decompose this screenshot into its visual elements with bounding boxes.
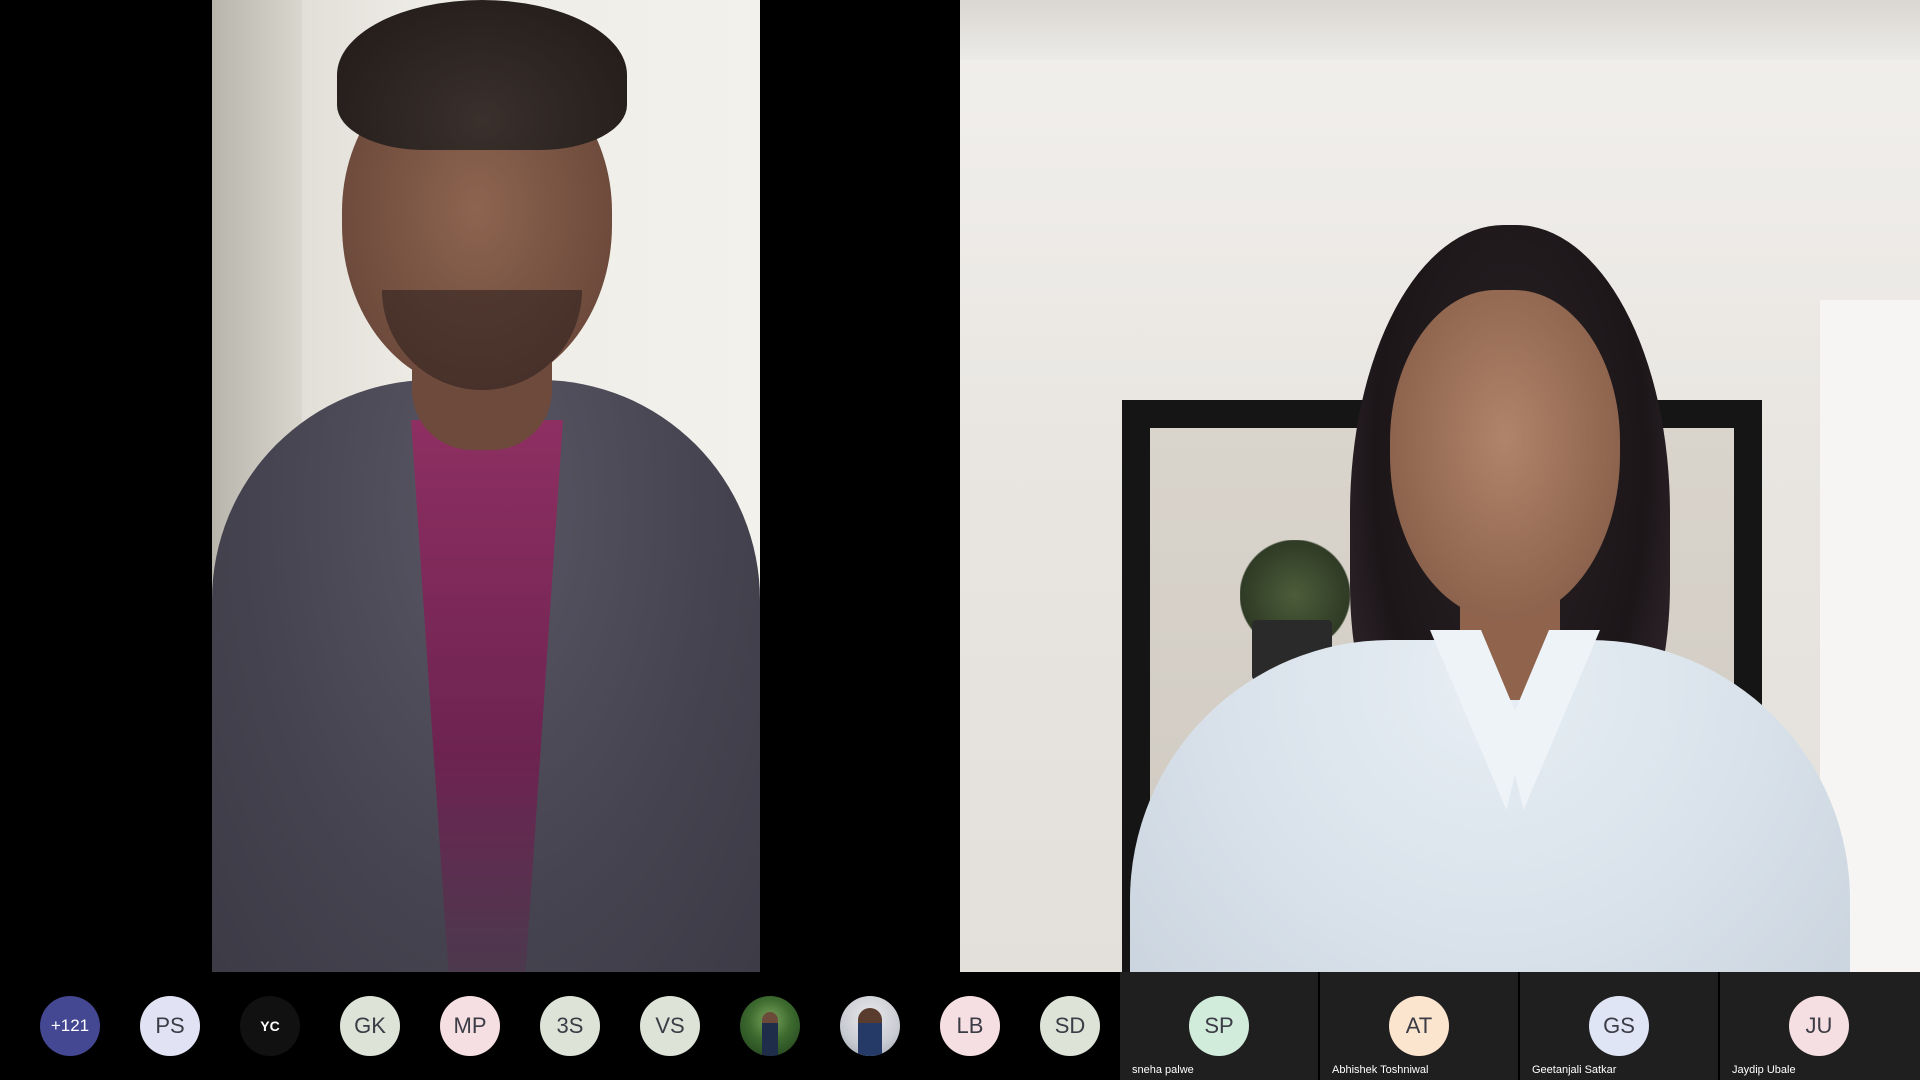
avatar-photo [840,996,900,1056]
participant-name: Jaydip Ubale [1732,1064,1796,1076]
participant-avatar[interactable]: YC [220,972,320,1080]
participant-avatar[interactable]: LB [920,972,1020,1080]
avatar-initials: SP [1189,996,1249,1056]
overflow-count-badge: +121 [40,996,100,1056]
avatar-initials: JU [1789,996,1849,1056]
participant-tile[interactable]: JU Jaydip Ubale [1720,972,1920,1080]
participant-tile[interactable]: GS Geetanjali Satkar [1520,972,1718,1080]
participant-avatar[interactable]: VS [620,972,720,1080]
participant-name: sneha palwe [1132,1064,1194,1076]
avatar-initials: PS [140,996,200,1056]
avatar-initials: 3S [540,996,600,1056]
participant-tile[interactable]: SP sneha palwe [1120,972,1318,1080]
participant-1-video-feed [212,0,760,972]
avatar-initials: SD [1040,996,1100,1056]
participant-strip: +121 PS YC GK MP 3S VS LB SD SP sneha pa… [0,972,1920,1080]
avatar-initials: GS [1589,996,1649,1056]
participant-avatar[interactable]: GK [320,972,420,1080]
participant-avatar[interactable] [820,972,920,1080]
participant-tile[interactable]: AT Abhishek Toshniwal [1320,972,1518,1080]
video-tile-participant-2[interactable] [960,0,1920,972]
participants-overflow-button[interactable]: +121 [20,972,120,1080]
video-tile-participant-1[interactable] [0,0,958,972]
avatar-photo [740,996,800,1056]
participant-name: Abhishek Toshniwal [1332,1064,1429,1076]
avatar-initials: YC [240,996,300,1056]
avatar-initials: LB [940,996,1000,1056]
participant-avatar[interactable]: 3S [520,972,620,1080]
participant-name: Geetanjali Satkar [1532,1064,1617,1076]
avatar-initials: AT [1389,996,1449,1056]
participant-2-video-feed [960,0,1920,972]
avatar-initials: GK [340,996,400,1056]
participant-avatar[interactable] [720,972,820,1080]
participant-avatar[interactable]: SD [1020,972,1120,1080]
participant-avatar[interactable]: MP [420,972,520,1080]
avatar-initials: VS [640,996,700,1056]
participant-avatar[interactable]: PS [120,972,220,1080]
avatar-initials: MP [440,996,500,1056]
